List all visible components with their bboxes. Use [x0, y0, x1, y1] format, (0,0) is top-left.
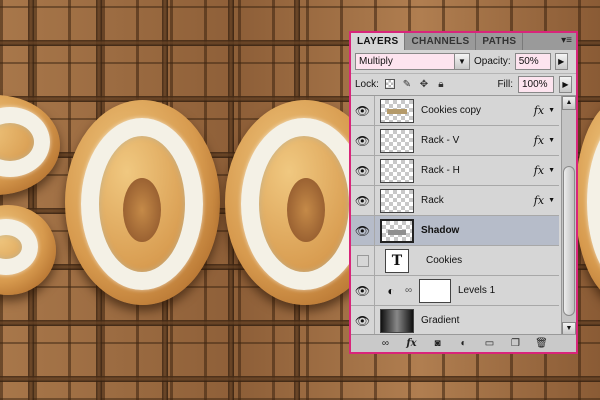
panel-bottom-toolbar: ∞ fx ◙ ◐ ▭ ❐ 🗑︎: [351, 334, 576, 352]
adjustment-layer-icon: ◐: [387, 283, 395, 298]
fx-icon[interactable]: fx: [534, 164, 544, 177]
layer-row-cookies[interactable]: T Cookies: [351, 245, 559, 276]
new-adjustment-icon[interactable]: ◐: [457, 337, 471, 351]
layer-name: Shadow: [421, 225, 460, 236]
blend-mode-value: Multiply: [359, 56, 393, 67]
layer-row-levels-1[interactable]: 👁︎ ◐ ∞ Levels 1: [351, 275, 559, 306]
lock-row: Lock: ✎ ✥ 🔒︎ Fill: 100% ▶: [351, 74, 576, 96]
chain-link-icon[interactable]: ∞: [405, 285, 415, 296]
layer-name: Cookies: [426, 255, 463, 266]
visibility-toggle[interactable]: [351, 245, 375, 276]
layer-row-rack[interactable]: 👁︎ Rack fx ▼: [351, 185, 559, 216]
layers-panel: LAYERS CHANNELS PATHS ▾≡ Multiply ▼ Opac…: [349, 31, 578, 354]
fill-label: Fill:: [497, 79, 513, 90]
icing: [0, 219, 38, 275]
cookie-c-bottom: [0, 205, 56, 295]
layers-scrollbar[interactable]: ▲ ▼: [561, 96, 576, 336]
fill-input[interactable]: 100%: [518, 76, 554, 93]
cookie-hole: [123, 178, 161, 242]
layer-name: Levels 1: [458, 285, 496, 296]
chevron-down-icon[interactable]: ▼: [454, 54, 469, 69]
panel-tabs: LAYERS CHANNELS PATHS ▾≡: [351, 33, 576, 50]
add-style-icon[interactable]: fx: [405, 337, 419, 351]
lock-all-icon[interactable]: 🔒︎: [435, 79, 447, 91]
rack-bar-vertical: [28, 0, 34, 400]
fx-icon[interactable]: fx: [534, 104, 544, 117]
fx-icon[interactable]: fx: [534, 194, 544, 207]
layer-row-cookies-copy[interactable]: 👁︎ Cookies copy fx ▼: [351, 96, 559, 126]
opacity-label: Opacity:: [474, 56, 511, 67]
eye-icon[interactable]: 👁︎: [351, 96, 375, 126]
layer-thumbnail: [380, 308, 414, 333]
add-mask-icon[interactable]: ◙: [431, 337, 445, 351]
scroll-up-icon[interactable]: ▲: [562, 96, 576, 110]
eye-icon[interactable]: 👁︎: [351, 305, 375, 336]
layer-name: Rack: [421, 195, 444, 206]
eye-icon[interactable]: 👁︎: [351, 125, 375, 156]
opacity-input[interactable]: 50%: [514, 53, 551, 70]
trash-icon[interactable]: 🗑︎: [535, 337, 549, 351]
new-group-icon[interactable]: ▭: [483, 337, 497, 351]
lock-brush-icon[interactable]: ✎: [401, 79, 413, 91]
layer-name: Rack - V: [421, 135, 460, 146]
icing: [0, 107, 50, 177]
blend-mode-select[interactable]: Multiply ▼: [355, 53, 470, 70]
layers-list: 👁︎ Cookies copy fx ▼ 👁︎ Rack - V fx ▼ 👁︎…: [351, 96, 559, 336]
expand-arrow-icon[interactable]: ▼: [548, 167, 555, 174]
layer-name: Cookies copy: [421, 105, 482, 116]
scroll-thumb[interactable]: [563, 166, 575, 316]
expand-arrow-icon[interactable]: ▼: [548, 197, 555, 204]
cookie-o-first: [65, 100, 220, 305]
layer-row-gradient[interactable]: 👁︎ Gradient: [351, 305, 559, 336]
expand-arrow-icon[interactable]: ▼: [548, 107, 555, 114]
tab-paths[interactable]: PATHS: [476, 33, 524, 50]
eye-icon[interactable]: 👁︎: [351, 185, 375, 216]
icing: [587, 118, 600, 286]
layer-name: Rack - H: [421, 165, 460, 176]
layer-thumbnail: [380, 158, 414, 183]
cookie-hole: [287, 178, 325, 242]
layer-row-rack-h[interactable]: 👁︎ Rack - H fx ▼: [351, 155, 559, 186]
eye-icon[interactable]: 👁︎: [351, 275, 375, 306]
layer-thumbnail: [380, 98, 414, 123]
blend-row: Multiply ▼ Opacity: 50% ▶: [351, 50, 576, 74]
opacity-slider-button[interactable]: ▶: [554, 53, 568, 70]
new-layer-icon[interactable]: ❐: [509, 337, 523, 351]
cookie-right-edge: [575, 100, 600, 300]
fx-icon[interactable]: fx: [534, 134, 544, 147]
tab-layers[interactable]: LAYERS: [351, 33, 406, 50]
link-layers-icon[interactable]: ∞: [379, 337, 393, 351]
layer-thumbnail: [380, 188, 414, 213]
layer-row-rack-v[interactable]: 👁︎ Rack - V fx ▼: [351, 125, 559, 156]
lock-move-icon[interactable]: ✥: [418, 79, 430, 91]
layer-name: Gradient: [421, 315, 460, 326]
fill-slider-button[interactable]: ▶: [559, 76, 572, 93]
layer-thumbnail: [380, 218, 414, 243]
eye-icon[interactable]: 👁︎: [351, 215, 375, 246]
layer-mask-thumbnail: [419, 278, 451, 303]
lock-label: Lock:: [355, 79, 379, 90]
rack-bar-horizontal: [0, 376, 600, 382]
text-layer-icon: T: [385, 248, 409, 273]
panel-menu-icon[interactable]: ▾≡: [561, 35, 572, 46]
eye-icon[interactable]: 👁︎: [351, 155, 375, 186]
layer-row-shadow[interactable]: 👁︎ Shadow: [351, 215, 559, 246]
lock-transparency-icon[interactable]: [384, 78, 396, 91]
tab-channels[interactable]: CHANNELS: [405, 33, 477, 50]
cookie-c-top: [0, 95, 60, 195]
expand-arrow-icon[interactable]: ▼: [548, 137, 555, 144]
layer-thumbnail: [380, 128, 414, 153]
